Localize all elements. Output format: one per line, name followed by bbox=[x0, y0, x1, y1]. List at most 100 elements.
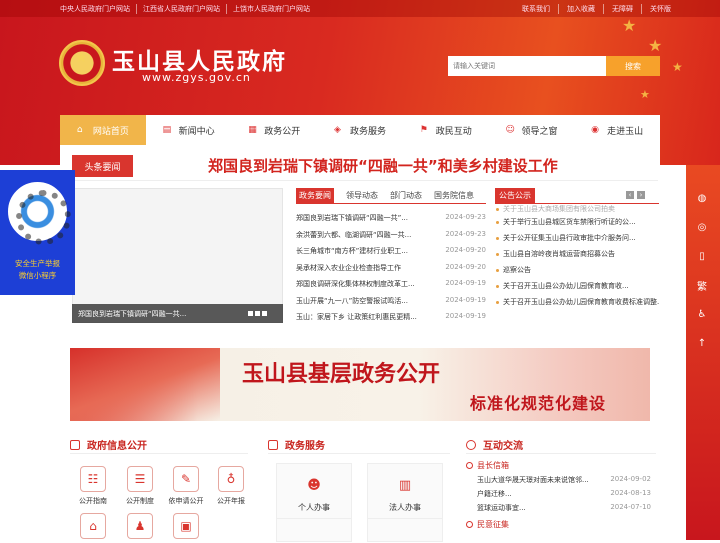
search-button[interactable]: 搜索 bbox=[606, 56, 660, 76]
nav-news-center[interactable]: ▤ 新闻中心 bbox=[146, 115, 232, 145]
slider-dot[interactable] bbox=[262, 311, 267, 316]
location-icon: ◉ bbox=[591, 125, 600, 135]
gov-info-system[interactable]: ☰ 公开制度 bbox=[120, 466, 160, 506]
search-box: 搜索 bbox=[448, 56, 660, 76]
arrow-down-icon[interactable]: › bbox=[637, 191, 645, 199]
list-item[interactable]: 吴承材深入农业企业检查指导工作 2024-09-20 bbox=[296, 263, 486, 280]
link-contact[interactable]: 联系我们 bbox=[522, 4, 559, 14]
traditional-chinese-button[interactable]: 繁 bbox=[690, 273, 714, 297]
star-decoration: ★ bbox=[648, 36, 663, 55]
document-icon bbox=[70, 439, 80, 450]
accessibility-icon[interactable]: ♿ bbox=[690, 302, 714, 326]
banner-subtitle: 标准化规范化建设 bbox=[470, 394, 607, 413]
star-decoration: ★ bbox=[622, 16, 637, 35]
list-item[interactable]: 玉山：家居下乡 让政策红利惠民更精... 2024-09-19 bbox=[296, 312, 486, 329]
divider bbox=[72, 180, 658, 181]
headline-link[interactable]: 郑国良到岩瑞下镇调研“四融一共”和美乡村建设工作 bbox=[208, 155, 558, 176]
list-item[interactable]: 关于召开玉山县公办幼儿园保育教育收... bbox=[495, 278, 659, 294]
list-item[interactable]: 关于玉山县大商场集团有限公司拍卖 bbox=[495, 205, 659, 213]
list-item[interactable]: 玉山县自溶岭夜肖城运营商招募公告 bbox=[495, 246, 659, 262]
gov-info-more[interactable]: ▣ bbox=[166, 513, 206, 543]
news-tabs: 政务要闻 领导动态 部门动态 国务院信息 bbox=[296, 188, 486, 203]
building-icon bbox=[268, 439, 278, 450]
list-icon: ☰ bbox=[127, 466, 153, 492]
nav-interaction[interactable]: ⚑ 政民互动 bbox=[403, 115, 489, 145]
tab-dept-news[interactable]: 部门动态 bbox=[390, 188, 422, 203]
files-icon: ▦ bbox=[248, 125, 257, 135]
news-image-slider[interactable] bbox=[72, 188, 283, 323]
back-to-top-icon[interactable]: ↑ bbox=[690, 331, 714, 355]
section-title-gov-info: 政府信息公开 bbox=[70, 437, 147, 452]
gov-info-more[interactable]: ♟ bbox=[120, 513, 160, 543]
person-icon: ☻ bbox=[307, 478, 321, 493]
search-input[interactable] bbox=[448, 56, 606, 76]
service-more[interactable] bbox=[367, 518, 443, 542]
divider bbox=[70, 453, 248, 454]
mobile-icon[interactable]: ▯ bbox=[690, 244, 714, 268]
qr-code-panel[interactable]: 安全生产举报 微信小程序 bbox=[0, 170, 75, 295]
gov-info-apply[interactable]: ✎ 依申请公开 bbox=[166, 466, 206, 506]
people-icon: ♟ bbox=[127, 513, 153, 539]
news-list: 郑国良到岩瑞下镇调研“四融一共”... 2024-09-23 余洪蕾到六都、临湖调… bbox=[296, 213, 486, 329]
mail-icon bbox=[466, 462, 473, 469]
list-item[interactable]: 郑国良到岩瑞下镇调研“四融一共”... 2024-09-23 bbox=[296, 213, 486, 230]
tab-state-council[interactable]: 国务院信息 bbox=[434, 188, 474, 203]
section-title-interaction: 互动交流 bbox=[466, 437, 523, 452]
network-icon: ♁ bbox=[218, 466, 244, 492]
list-item[interactable]: 长三角城市“南方杯”建材行业职工... 2024-09-20 bbox=[296, 246, 486, 263]
notice-tag[interactable]: 公告公示 bbox=[495, 188, 535, 203]
slider-dot[interactable] bbox=[248, 311, 253, 316]
gov-open-banner[interactable]: 玉山县基层政务公开 标准化规范化建设 bbox=[70, 348, 650, 421]
link-care-version[interactable]: 关怀版 bbox=[642, 4, 679, 14]
qr-label: 安全生产举报 bbox=[15, 259, 60, 268]
tab-gov-news[interactable]: 政务要闻 bbox=[296, 188, 334, 203]
link-central-gov[interactable]: 中央人民政府门户网站 bbox=[60, 4, 137, 14]
link-accessible[interactable]: 无障碍 bbox=[604, 4, 642, 14]
list-item[interactable]: 关于召开玉山县公办幼儿园保育教育收费标准调整... bbox=[495, 294, 659, 310]
nav-home[interactable]: ⌂ 网站首页 bbox=[60, 115, 146, 145]
link-shangrao-gov[interactable]: 上饶市人民政府门户网站 bbox=[227, 4, 316, 14]
divider bbox=[466, 453, 656, 454]
list-item[interactable]: 余洪蕾到六都、临湖调研“四融一共... 2024-09-23 bbox=[296, 230, 486, 247]
user-icon: ☺ bbox=[505, 125, 515, 135]
card-icon: ▣ bbox=[173, 513, 199, 539]
list-item[interactable]: 巡察公告 bbox=[495, 262, 659, 278]
tab-leader-news[interactable]: 领导动态 bbox=[346, 188, 378, 203]
service-more[interactable] bbox=[276, 518, 352, 542]
list-item[interactable]: 关于举行玉山县城区货车禁限行听证的公... bbox=[495, 214, 659, 230]
nav-gov-open[interactable]: ▦ 政务公开 bbox=[231, 115, 317, 145]
divider bbox=[296, 203, 486, 204]
arrow-up-icon[interactable]: ‹ bbox=[626, 191, 634, 199]
divider bbox=[268, 453, 450, 454]
nav-about-yushan[interactable]: ◉ 走进玉山 bbox=[574, 115, 660, 145]
slider-dot[interactable] bbox=[255, 311, 260, 316]
gov-info-more[interactable]: ⌂ bbox=[73, 513, 113, 543]
main-nav: ⌂ 网站首页 ▤ 新闻中心 ▦ 政务公开 ◈ 政务服务 ⚑ 政民互动 ☺ 领导之窗 ◉ 走进玉… bbox=[60, 115, 660, 145]
list-item[interactable]: 篮球运动事宜... 2024-07-10 bbox=[477, 503, 651, 517]
flag-icon: ⚑ bbox=[419, 125, 428, 135]
site-url: www.zgys.gov.cn bbox=[142, 71, 251, 84]
nav-leaders[interactable]: ☺ 领导之窗 bbox=[489, 115, 575, 145]
banner-title: 玉山县基层政务公开 bbox=[242, 361, 441, 387]
link-jiangxi-gov[interactable]: 江西省人民政府门户网站 bbox=[137, 4, 227, 14]
list-item[interactable]: 郑国良调研深化集体林权制度改革工... 2024-09-19 bbox=[296, 279, 486, 296]
list-item[interactable]: 关于公开征集玉山县行政审批中介服务问... bbox=[495, 230, 659, 246]
notice-list: 关于玉山县大商场集团有限公司拍卖 关于举行玉山县城区货车禁限行听证的公... 关… bbox=[495, 205, 659, 323]
gov-info-guide[interactable]: ☷ 公开指南 bbox=[73, 466, 113, 506]
slider-pagination bbox=[248, 311, 267, 316]
qr-code-icon bbox=[8, 182, 71, 245]
newspaper-icon: ▤ bbox=[162, 125, 172, 135]
list-item[interactable]: 玉山大道华晟天璟对面未来说馆邻... 2024-09-02 bbox=[477, 475, 651, 489]
mailbox-title[interactable]: 县长信箱 bbox=[466, 460, 509, 471]
list-item[interactable]: 玉山开展“九一八”防空警报试鸣活... 2024-09-19 bbox=[296, 296, 486, 313]
survey-icon bbox=[466, 521, 473, 528]
link-favorite[interactable]: 加入收藏 bbox=[559, 4, 604, 14]
wechat-icon[interactable]: ◍ bbox=[690, 186, 714, 210]
survey-title[interactable]: 民意征集 bbox=[466, 519, 509, 530]
nav-gov-service[interactable]: ◈ 政务服务 bbox=[317, 115, 403, 145]
divider bbox=[495, 203, 659, 204]
star-decoration: ★ bbox=[672, 60, 683, 74]
weibo-icon[interactable]: ◎ bbox=[690, 215, 714, 239]
list-item[interactable]: 户籍迁移... 2024-08-13 bbox=[477, 489, 651, 503]
gov-info-annual[interactable]: ♁ 公开年报 bbox=[211, 466, 251, 506]
